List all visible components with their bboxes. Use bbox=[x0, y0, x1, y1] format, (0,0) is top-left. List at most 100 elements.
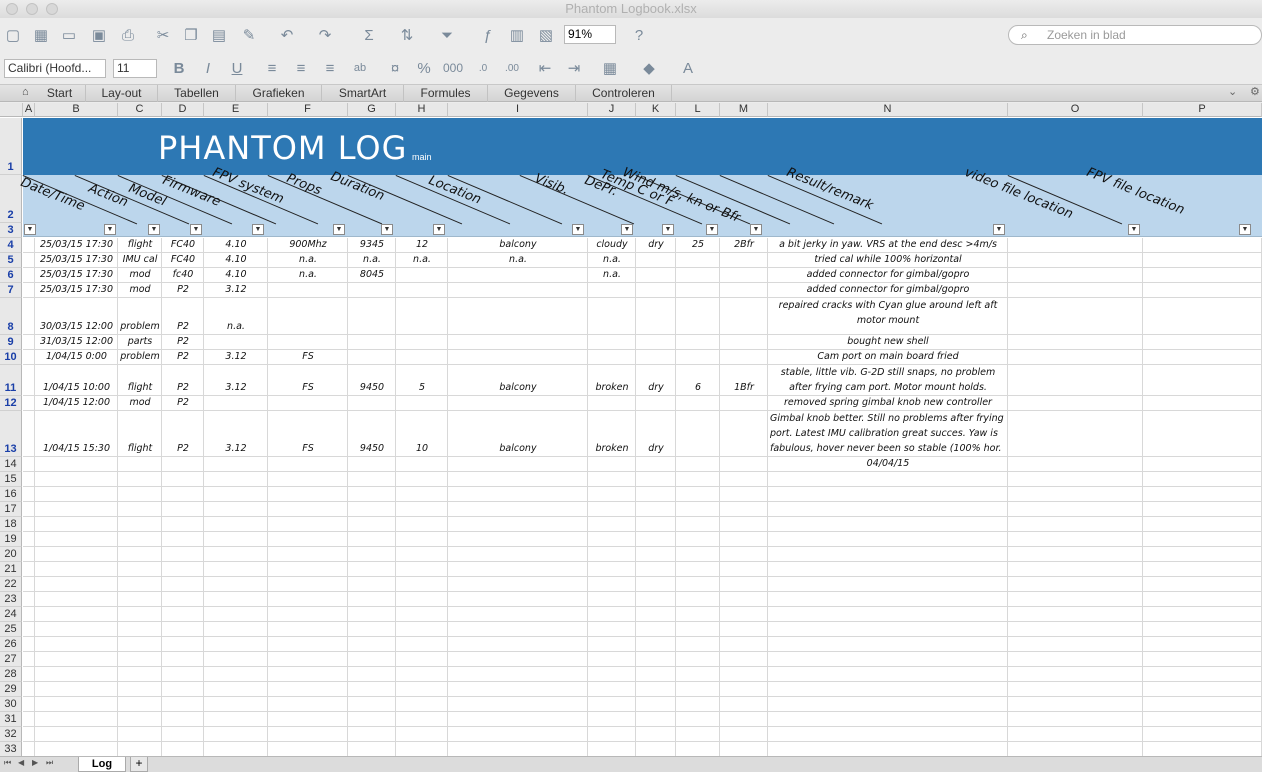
zoom-select[interactable]: 91% bbox=[564, 25, 616, 44]
cell-action[interactable]: mod bbox=[118, 269, 162, 283]
cell-remark[interactable]: 04/04/15 bbox=[768, 458, 1008, 472]
home-icon[interactable]: ⌂ bbox=[22, 86, 29, 98]
column-header-p[interactable]: P bbox=[1143, 103, 1262, 117]
column-header-g[interactable]: G bbox=[348, 103, 396, 117]
close-window-button[interactable] bbox=[6, 3, 18, 15]
column-header-e[interactable]: E bbox=[204, 103, 268, 117]
tab-tables[interactable]: Tabellen bbox=[158, 85, 236, 102]
row-header-8[interactable]: 8 bbox=[0, 298, 22, 335]
filter-dropdown-icon[interactable]: ▼ bbox=[750, 224, 762, 235]
row-header-3[interactable]: 3 bbox=[0, 223, 22, 238]
row-header-26[interactable]: 26 bbox=[0, 637, 22, 652]
cell-fpv[interactable]: FS bbox=[268, 351, 348, 365]
cut-icon[interactable]: ✂ bbox=[152, 24, 174, 46]
cell-duration[interactable]: 9345 bbox=[348, 239, 396, 253]
cell-fw[interactable]: 3.12 bbox=[204, 443, 268, 457]
help-icon[interactable]: ? bbox=[628, 24, 650, 46]
font-name-select[interactable]: Calibri (Hoofd... bbox=[4, 59, 106, 78]
cell-remark[interactable]: added connector for gimbal/gopro bbox=[768, 269, 1008, 283]
row-header-25[interactable]: 25 bbox=[0, 622, 22, 637]
filter-dropdown-icon[interactable]: ▼ bbox=[1239, 224, 1251, 235]
filter-dropdown-icon[interactable]: ▼ bbox=[433, 224, 445, 235]
column-header-h[interactable]: H bbox=[396, 103, 448, 117]
italic-icon[interactable]: I bbox=[197, 57, 219, 79]
toolbox-icon[interactable]: ▧ bbox=[535, 24, 557, 46]
row-header-30[interactable]: 30 bbox=[0, 697, 22, 712]
cell-loc_num[interactable]: 5 bbox=[396, 382, 448, 396]
borders-icon[interactable]: ▦ bbox=[599, 57, 621, 79]
cell-remark[interactable]: stable, little vib. G-2D still snaps, no… bbox=[768, 365, 1008, 396]
cell-action[interactable]: flight bbox=[118, 239, 162, 253]
cell-fpv[interactable]: 900Mhz bbox=[268, 239, 348, 253]
filter-icon[interactable]: ⏷ bbox=[436, 24, 458, 46]
column-header-b[interactable]: B bbox=[35, 103, 118, 117]
open-icon[interactable]: ▭ bbox=[58, 24, 80, 46]
cell-remark[interactable]: tried cal while 100% horizontal bbox=[768, 254, 1008, 268]
cell-action[interactable]: mod bbox=[118, 397, 162, 411]
cell-fw[interactable]: 3.12 bbox=[204, 284, 268, 298]
row-header-29[interactable]: 29 bbox=[0, 682, 22, 697]
column-header-a[interactable]: A bbox=[23, 103, 35, 117]
filter-dropdown-icon[interactable]: ▼ bbox=[993, 224, 1005, 235]
row-header-6[interactable]: 6 bbox=[0, 268, 22, 283]
cell-fw[interactable]: 4.10 bbox=[204, 254, 268, 268]
row-header-4[interactable]: 4 bbox=[0, 238, 22, 253]
cell-visib[interactable]: cloudy bbox=[588, 239, 636, 253]
row-header-2[interactable]: 2 bbox=[0, 175, 22, 223]
row-header-13[interactable]: 13 bbox=[0, 411, 22, 457]
row-header-22[interactable]: 22 bbox=[0, 577, 22, 592]
function-icon[interactable]: ƒ bbox=[477, 24, 499, 46]
wrap-text-icon[interactable]: ab bbox=[349, 57, 371, 79]
cell-fw[interactable]: 4.10 bbox=[204, 269, 268, 283]
templates-icon[interactable]: ▦ bbox=[30, 24, 52, 46]
tab-review[interactable]: Controleren bbox=[576, 85, 672, 102]
redo-icon[interactable]: ↷ bbox=[314, 24, 336, 46]
cell-visib[interactable]: broken bbox=[588, 382, 636, 396]
row-header-33[interactable]: 33 bbox=[0, 742, 22, 756]
decrease-indent-icon[interactable]: ⇤ bbox=[534, 57, 556, 79]
gallery-icon[interactable]: ▥ bbox=[506, 24, 528, 46]
cell-date[interactable]: 1/04/15 10:00 bbox=[35, 382, 118, 396]
row-header-21[interactable]: 21 bbox=[0, 562, 22, 577]
cell-fpv[interactable]: n.a. bbox=[268, 269, 348, 283]
column-header-l[interactable]: L bbox=[676, 103, 720, 117]
tab-start[interactable]: Start bbox=[34, 85, 86, 102]
column-header-o[interactable]: O bbox=[1008, 103, 1143, 117]
row-header-17[interactable]: 17 bbox=[0, 502, 22, 517]
cell-fpv[interactable]: n.a. bbox=[268, 254, 348, 268]
filter-dropdown-icon[interactable]: ▼ bbox=[621, 224, 633, 235]
cell-action[interactable]: parts bbox=[118, 336, 162, 350]
cell-remark[interactable]: Cam port on main board fried bbox=[768, 351, 1008, 365]
filter-dropdown-icon[interactable]: ▼ bbox=[662, 224, 674, 235]
cell-date[interactable]: 1/04/15 12:00 bbox=[35, 397, 118, 411]
minimize-window-button[interactable] bbox=[26, 3, 38, 15]
cell-depr[interactable]: dry bbox=[636, 382, 676, 396]
row-header-32[interactable]: 32 bbox=[0, 727, 22, 742]
cell-fw[interactable]: 3.12 bbox=[204, 382, 268, 396]
sheet-nav-last-icon[interactable]: ⏭ bbox=[46, 758, 53, 768]
cell-temp[interactable]: 25 bbox=[676, 239, 720, 253]
cell-duration[interactable]: 8045 bbox=[348, 269, 396, 283]
cell-model[interactable]: P2 bbox=[162, 397, 204, 411]
cell-visib[interactable]: n.a. bbox=[588, 269, 636, 283]
cell-depr[interactable]: dry bbox=[636, 443, 676, 457]
cell-model[interactable]: FC40 bbox=[162, 239, 204, 253]
cell-fpv[interactable]: FS bbox=[268, 443, 348, 457]
decrease-decimal-icon[interactable]: .00 bbox=[501, 57, 523, 79]
paste-icon[interactable]: ▤ bbox=[208, 24, 230, 46]
cell-loc_num[interactable]: 10 bbox=[396, 443, 448, 457]
cell-date[interactable]: 25/03/15 17:30 bbox=[35, 269, 118, 283]
increase-decimal-icon[interactable]: .0 bbox=[472, 57, 494, 79]
cell-action[interactable]: mod bbox=[118, 284, 162, 298]
cell-model[interactable]: P2 bbox=[162, 321, 204, 335]
cell-temp[interactable]: 6 bbox=[676, 382, 720, 396]
cell-action[interactable]: flight bbox=[118, 443, 162, 457]
filter-dropdown-icon[interactable]: ▼ bbox=[381, 224, 393, 235]
cell-model[interactable]: P2 bbox=[162, 382, 204, 396]
format-painter-icon[interactable]: ✎ bbox=[238, 24, 260, 46]
tab-charts[interactable]: Grafieken bbox=[236, 85, 322, 102]
add-sheet-button[interactable]: + bbox=[130, 757, 148, 772]
cell-location[interactable]: balcony bbox=[448, 443, 588, 457]
cell-action[interactable]: flight bbox=[118, 382, 162, 396]
row-header-5[interactable]: 5 bbox=[0, 253, 22, 268]
